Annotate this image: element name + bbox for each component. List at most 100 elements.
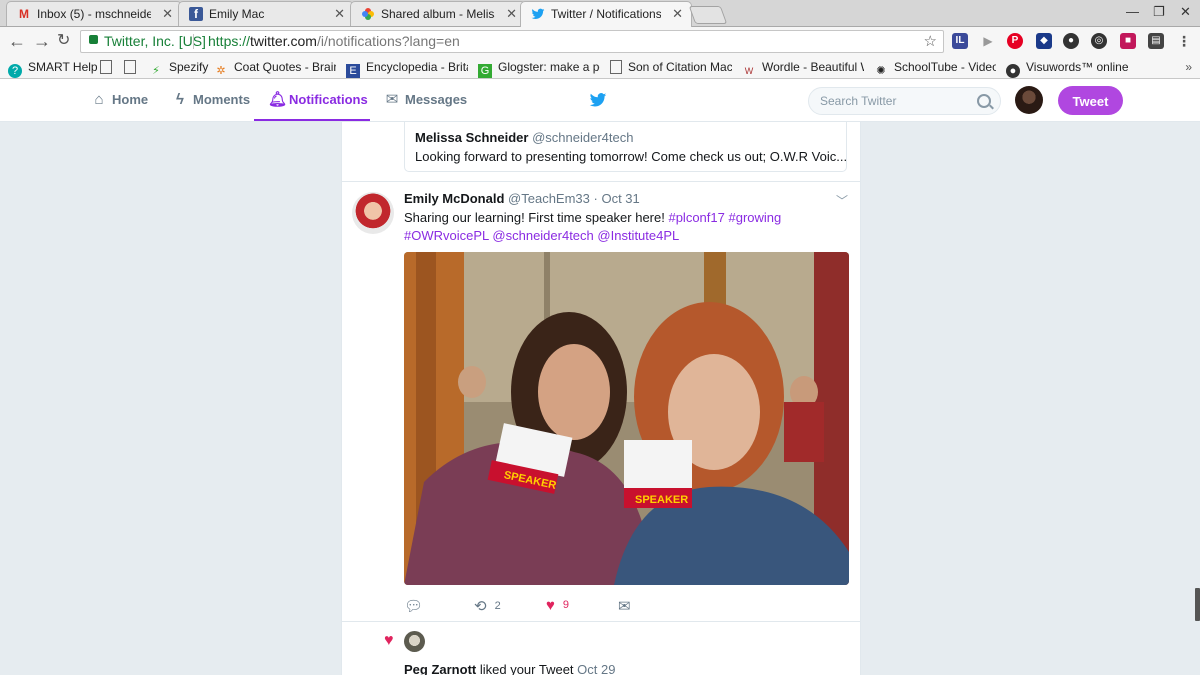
close-tab-icon[interactable]: ✕ bbox=[672, 2, 683, 26]
close-tab-icon[interactable]: ✕ bbox=[506, 2, 517, 26]
quoted-tweet[interactable]: Melissa Schneider @schneider4tech Lookin… bbox=[404, 122, 847, 172]
new-tab-button[interactable] bbox=[688, 6, 728, 24]
tab-facebook[interactable]: f Emily Mac ✕ bbox=[178, 1, 354, 26]
close-tab-icon[interactable]: ✕ bbox=[334, 2, 345, 26]
bookmark-item[interactable]: G Glogster: make a pos bbox=[478, 56, 600, 78]
page-icon bbox=[610, 60, 622, 74]
facebook-icon: f bbox=[189, 7, 203, 21]
chevron-down-icon[interactable]: ﹀ bbox=[836, 192, 848, 209]
url-path: /i/notifications?lang=en bbox=[316, 33, 460, 49]
menu-dots-icon[interactable]: ⋮ bbox=[1176, 33, 1192, 49]
nav-notifications[interactable]: 🔔︎ Notifications bbox=[254, 79, 370, 121]
url-scheme: https:// bbox=[208, 33, 251, 49]
extension-icon[interactable]: ■ bbox=[1120, 33, 1136, 49]
glogster-icon: G bbox=[478, 64, 492, 78]
tweet-author-name[interactable]: Emily McDonald bbox=[404, 191, 504, 206]
lightning-icon: ϟ bbox=[176, 91, 184, 108]
bookmark-label: Coat Quotes - Brainy bbox=[234, 60, 336, 74]
nav-home[interactable]: ⌂ Home bbox=[91, 79, 148, 121]
bookmark-label: SchoolTube - Video S bbox=[894, 60, 996, 74]
bookmark-item[interactable] bbox=[100, 56, 118, 78]
reload-icon[interactable]: ↻ bbox=[57, 31, 70, 51]
bookmark-item[interactable]: ✲ Coat Quotes - Brainy bbox=[214, 56, 336, 78]
film-icon[interactable]: ▤ bbox=[1148, 33, 1164, 49]
profile-avatar[interactable] bbox=[1015, 86, 1043, 114]
site-identity: Twitter, Inc. [US] bbox=[104, 33, 206, 49]
back-arrow-icon[interactable]: ← bbox=[8, 31, 26, 51]
nav-moments[interactable]: ϟ Moments bbox=[172, 79, 250, 121]
notification-user-name[interactable]: Peg Zarnott bbox=[404, 662, 476, 675]
minimize-icon[interactable]: — bbox=[1126, 4, 1139, 19]
tweet-text: Sharing our learning! First time speaker… bbox=[404, 209, 824, 245]
hashtag-link[interactable]: #plconf17 bbox=[668, 210, 724, 225]
mention-link[interactable]: @Institute4PL bbox=[597, 228, 679, 243]
address-bar[interactable]: Twitter, Inc. [US] https://twitter.com/i… bbox=[80, 30, 944, 53]
bookmark-item[interactable] bbox=[124, 56, 142, 78]
close-window-icon[interactable]: ✕ bbox=[1180, 4, 1191, 20]
play-icon[interactable]: ▶ bbox=[980, 33, 996, 49]
close-tab-icon[interactable]: ✕ bbox=[162, 2, 173, 26]
maximize-icon[interactable]: ❐ bbox=[1153, 4, 1165, 20]
omnibox-separator bbox=[193, 34, 194, 49]
direct-message-button[interactable]: ✉ bbox=[618, 597, 639, 615]
notification-avatar[interactable] bbox=[404, 631, 425, 652]
bookmarks-bar: ? SMART Help ⚡ Spezify ✲ Coat Quotes - Brai… bbox=[0, 56, 1200, 79]
search-input[interactable]: Search Twitter bbox=[808, 87, 1001, 115]
bookmarks-overflow-button[interactable]: » bbox=[1185, 56, 1192, 78]
bookmark-label: SMART Help bbox=[28, 60, 98, 74]
hashtag-link[interactable]: #growing bbox=[728, 210, 781, 225]
bookmark-label: Wordle - Beautiful W bbox=[762, 60, 864, 74]
tab-gmail[interactable]: M Inbox (5) - mschneider@ ✕ bbox=[6, 1, 182, 26]
tweet-photo[interactable]: SPEAKER SPEAKER bbox=[404, 252, 849, 585]
bookmark-item[interactable]: ? SMART Help bbox=[8, 56, 98, 78]
bookmark-item[interactable]: ✺ SchoolTube - Video S bbox=[874, 56, 996, 78]
visuwords-icon: ● bbox=[1006, 64, 1020, 78]
bookmark-item[interactable]: ● Visuwords™ online g bbox=[1006, 56, 1128, 78]
reply-button[interactable]: 💬︎ bbox=[404, 597, 431, 615]
encyclopedia-icon: E bbox=[346, 64, 360, 78]
bookmark-label: Spezify bbox=[169, 60, 209, 74]
home-icon: ⌂ bbox=[94, 91, 104, 108]
search-icon[interactable] bbox=[977, 94, 991, 108]
gmail-icon: M bbox=[19, 7, 29, 21]
bookmark-star-icon[interactable]: ☆ bbox=[924, 31, 937, 52]
heart-icon: ♥ bbox=[546, 597, 555, 614]
extension-icon[interactable]: ● bbox=[1063, 33, 1079, 49]
pinterest-icon[interactable]: P bbox=[1007, 33, 1023, 49]
tab-twitter[interactable]: Twitter / Notifications ✕ bbox=[520, 1, 692, 27]
browser-tab-strip: M Inbox (5) - mschneider@ ✕ f Emily Mac … bbox=[0, 0, 1200, 27]
heart-icon: ♥ bbox=[384, 632, 394, 649]
speaker-badge-label: SPEAKER bbox=[635, 494, 688, 506]
twitter-bird-icon bbox=[531, 7, 545, 21]
twitter-logo-icon[interactable] bbox=[588, 91, 608, 114]
tweet-author-handle[interactable]: @TeachEm33 bbox=[508, 191, 590, 206]
like-button[interactable]: ♥ 9 bbox=[546, 597, 569, 614]
forward-arrow-icon[interactable]: → bbox=[33, 31, 51, 51]
nav-moments-label: Moments bbox=[193, 92, 251, 107]
envelope-icon: ✉ bbox=[385, 91, 399, 108]
tab-google-photos[interactable]: Shared album - Melissa ✕ bbox=[350, 1, 526, 26]
bookmark-item[interactable]: Son of Citation Mach bbox=[610, 56, 732, 78]
bookmark-item[interactable]: W Wordle - Beautiful W bbox=[742, 56, 864, 78]
envelope-icon: ✉ bbox=[618, 598, 631, 615]
tweet-author-avatar[interactable] bbox=[352, 192, 394, 234]
bookmark-item[interactable]: E Encyclopedia - Britan bbox=[346, 56, 468, 78]
nav-messages[interactable]: ✉ Messages bbox=[384, 79, 467, 121]
retweet-button[interactable]: ⟲ 2 bbox=[474, 597, 501, 615]
tweet-button[interactable]: Tweet bbox=[1058, 86, 1123, 115]
pinwheel-icon: ✲ bbox=[216, 65, 226, 77]
notification-date: Oct 29 bbox=[577, 662, 616, 675]
scrollbar-thumb[interactable] bbox=[1195, 588, 1200, 621]
hashtag-link[interactable]: #OWRvoicePL bbox=[404, 228, 489, 243]
extension-icon[interactable]: IL bbox=[952, 33, 968, 49]
tab-title: Inbox (5) - mschneider@ bbox=[37, 7, 151, 21]
mention-link[interactable]: @schneider4tech bbox=[492, 228, 593, 243]
tweet-separator: · bbox=[589, 191, 602, 206]
url-text: https://twitter.com/i/notifications?lang… bbox=[208, 31, 460, 52]
tweet-date[interactable]: Oct 31 bbox=[601, 191, 639, 206]
bookmark-item[interactable]: ⚡ Spezify bbox=[149, 56, 209, 78]
nav-notifications-label: Notifications bbox=[289, 92, 368, 107]
extension-icon[interactable]: ◎ bbox=[1091, 33, 1107, 49]
like-count: 9 bbox=[562, 599, 570, 611]
extension-icon[interactable]: ◆ bbox=[1036, 33, 1052, 49]
